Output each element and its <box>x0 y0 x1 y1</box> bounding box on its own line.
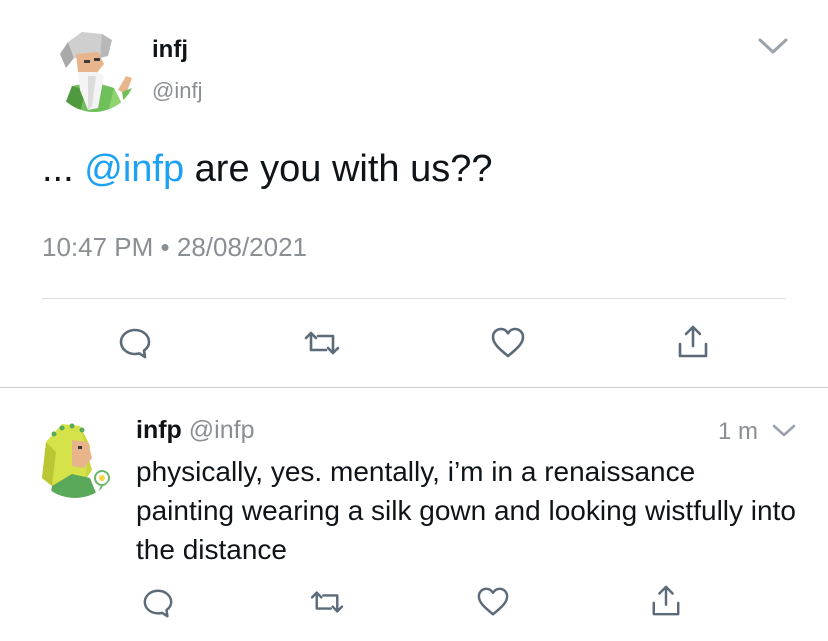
tweet-date: 28/08/2021 <box>176 232 308 262</box>
infp-avatar[interactable] <box>32 412 118 498</box>
reply-button[interactable] <box>118 326 152 360</box>
retweet-button[interactable] <box>308 588 346 616</box>
speech-bubble-icon <box>143 589 173 618</box>
main-action-divider <box>42 298 786 299</box>
wizard-avatar-icon <box>60 32 134 112</box>
like-button[interactable] <box>490 326 526 360</box>
elf-avatar-icon <box>42 423 110 498</box>
main-timestamp[interactable]: 10:47 PM • 28/08/2021 <box>42 232 307 263</box>
infj-avatar[interactable] <box>52 28 136 112</box>
retweet-icon <box>304 331 340 355</box>
retweet-icon <box>310 591 344 613</box>
reply-header: infp @infp <box>136 416 254 445</box>
main-author-handle[interactable]: @infj <box>152 78 202 104</box>
reply-time-ago[interactable]: 1 m <box>718 418 758 446</box>
like-button[interactable] <box>476 586 510 618</box>
text-suffix: are you with us?? <box>194 148 493 190</box>
timestamp-separator: • <box>160 232 170 262</box>
main-author-name[interactable]: infj <box>152 36 188 64</box>
text-prefix: ... <box>42 148 74 190</box>
chevron-down-icon[interactable] <box>770 422 798 440</box>
retweet-button[interactable] <box>302 328 342 358</box>
chevron-down-icon[interactable] <box>756 34 790 58</box>
main-tweet-text: ... @infp are you with us?? <box>42 148 493 191</box>
tweet-separator <box>0 387 828 388</box>
tweet-time: 10:47 PM <box>42 232 154 262</box>
reply-text: physically, yes. mentally, i’m in a rena… <box>136 456 796 565</box>
reply-author-handle[interactable]: @infp <box>189 416 255 444</box>
mention-link[interactable]: @infp <box>84 148 184 190</box>
share-button[interactable] <box>676 324 710 360</box>
share-button[interactable] <box>650 584 682 618</box>
reply-author-name[interactable]: infp <box>136 416 182 444</box>
speech-bubble-icon <box>119 328 151 359</box>
share-icon <box>652 585 680 616</box>
reply-button[interactable] <box>142 587 174 619</box>
heart-icon <box>491 327 525 358</box>
share-icon <box>678 325 708 358</box>
heart-icon <box>477 587 509 616</box>
